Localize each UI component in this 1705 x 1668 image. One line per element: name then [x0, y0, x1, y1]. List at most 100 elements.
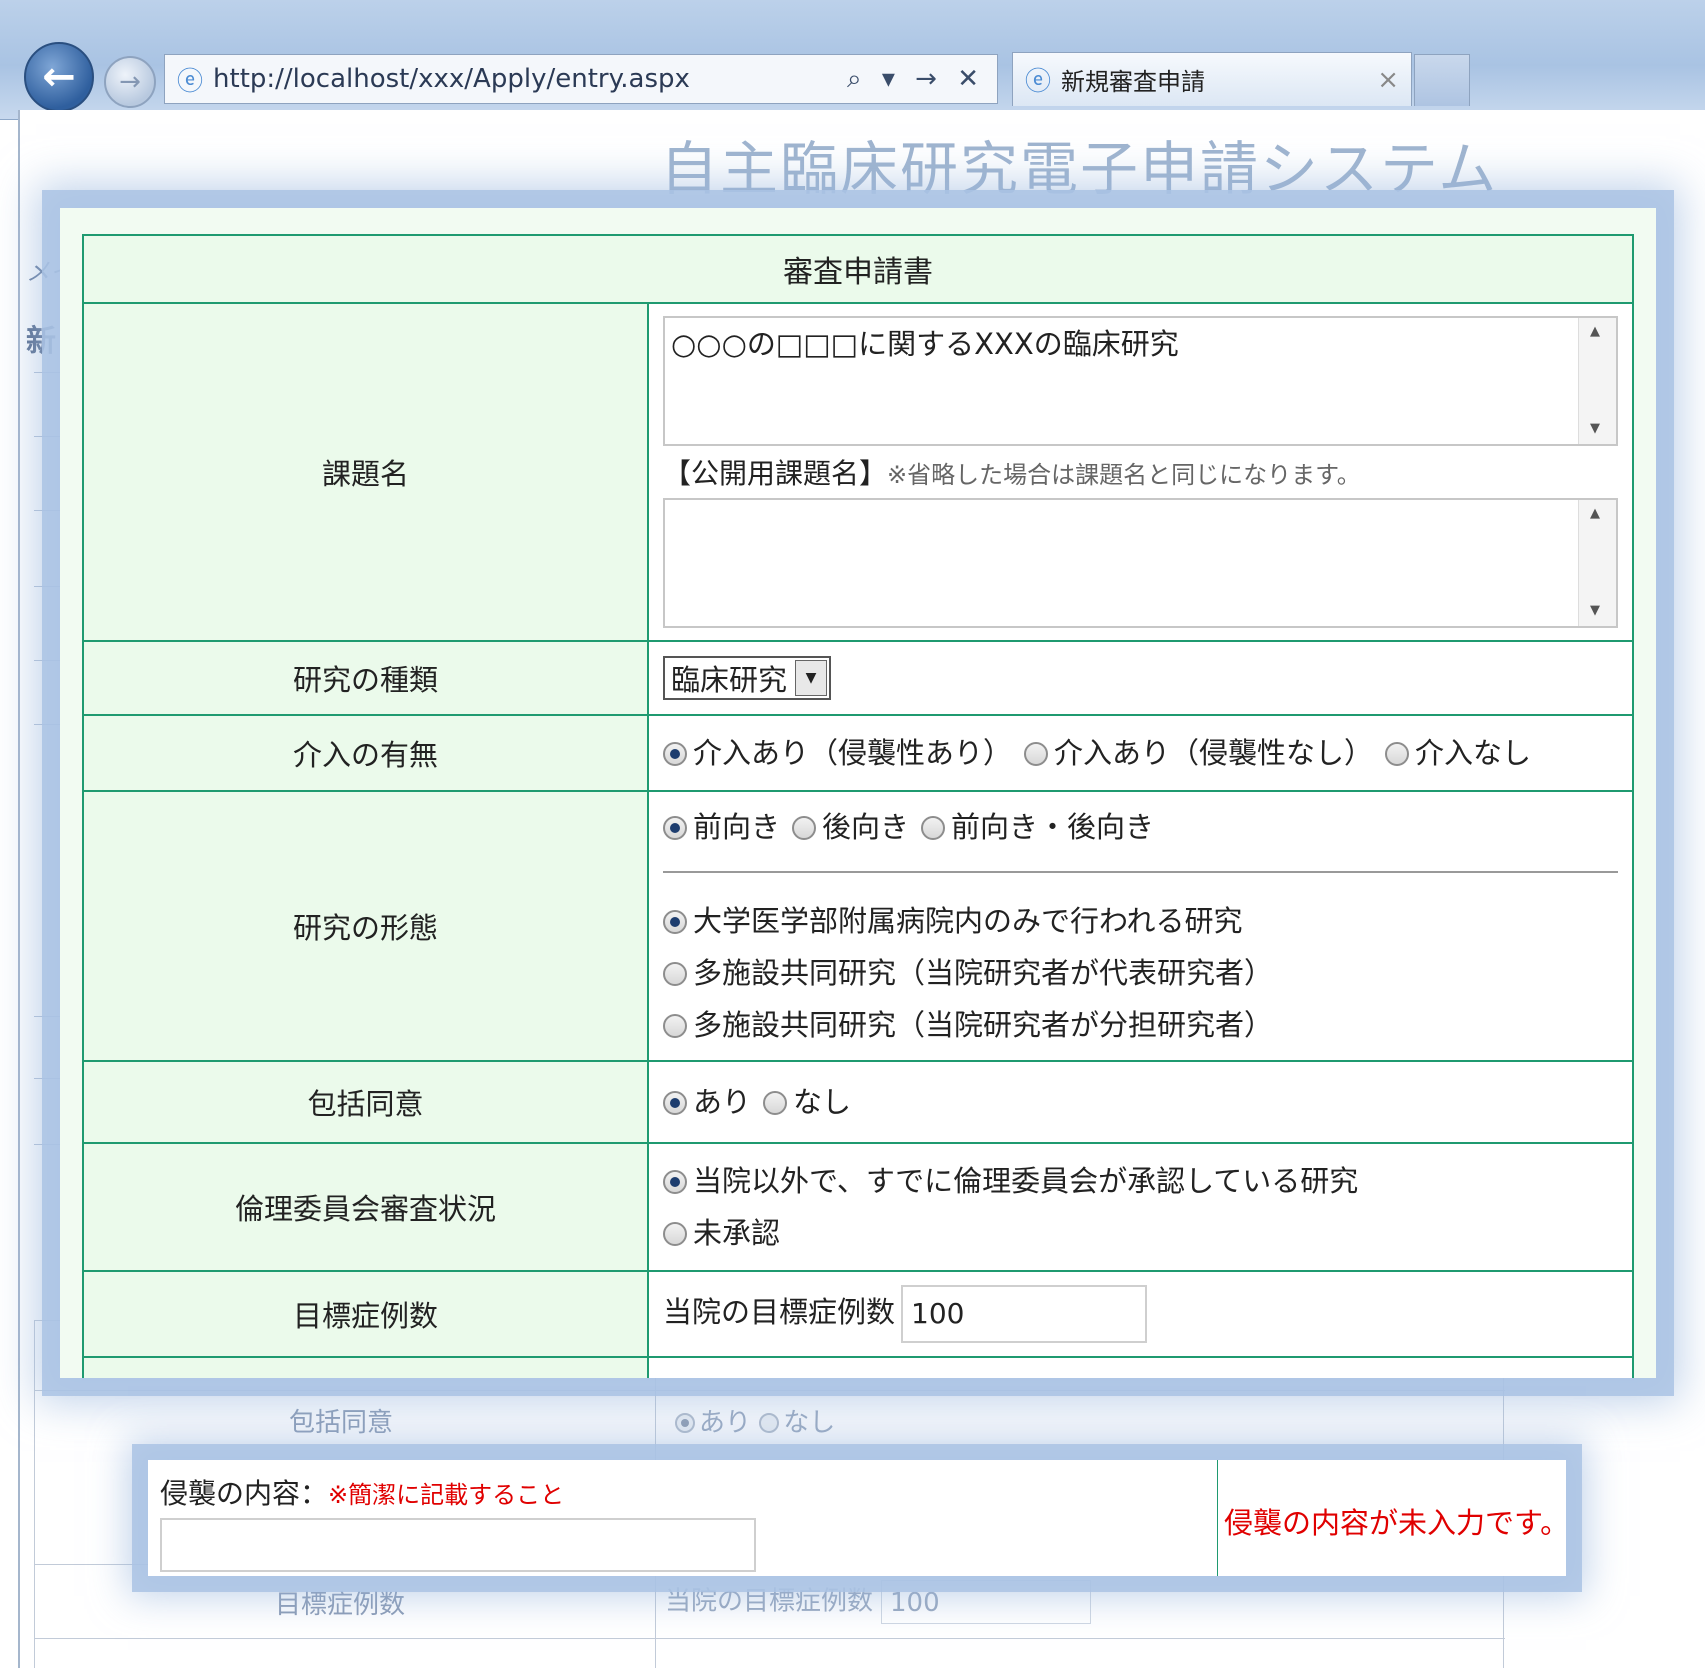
application-form-table: 審査申請書 課題名 ○○○の□□□に関するXXXの臨床研究 【公開用課題名】※省…	[82, 234, 1634, 1378]
option-label[interactable]: 介入なし	[1415, 736, 1531, 770]
form-header-row: 審査申請書	[82, 234, 1634, 304]
row-next-partial	[82, 1356, 1634, 1378]
title-text[interactable]: ○○○の□□□に関するXXXの臨床研究	[671, 327, 1179, 361]
public-title-textarea[interactable]	[663, 498, 1618, 628]
scope-option-3[interactable]: 多施設共同研究（当院研究者が分担研究者）	[663, 999, 1618, 1051]
forward-button[interactable]: →	[104, 56, 156, 108]
radio-button[interactable]	[763, 1091, 788, 1115]
arrow-right-icon: →	[119, 67, 141, 97]
scope-option-2[interactable]: 多施設共同研究（当院研究者が代表研究者）	[663, 947, 1618, 999]
tab-new-application[interactable]: ⓔ 新規審査申請 ×	[1012, 52, 1412, 106]
cell-intervention: 介入あり（侵襲性あり） 介入あり（侵襲性なし） 介入なし	[647, 714, 1634, 792]
direction-option-1[interactable]: 前向き	[663, 810, 780, 844]
radio-button[interactable]	[792, 816, 817, 840]
option-label[interactable]: 後向き	[822, 810, 909, 844]
address-url[interactable]: http://localhost/xxx/Apply/entry.aspx	[213, 64, 847, 94]
radio-button[interactable]	[1385, 742, 1410, 766]
direction-options: 前向き 後向き 前向き・後向き	[663, 801, 1618, 853]
radio-button[interactable]	[663, 1014, 687, 1038]
side-heading-fragment: 新	[26, 324, 56, 359]
intervention-option-2[interactable]: 介入あり（侵襲性なし）	[1024, 736, 1373, 770]
label-consent: 包括同意	[82, 1060, 649, 1144]
label-intervention: 介入の有無	[82, 714, 649, 792]
textarea-scrollbar[interactable]	[1578, 500, 1616, 626]
bg-consent-label: 包括同意	[289, 1408, 394, 1438]
site-title: 自主臨床研究電子申請システム	[660, 135, 1499, 203]
title-textarea[interactable]: ○○○の□□□に関するXXXの臨床研究	[663, 316, 1618, 446]
zoomed-error-panel: 侵襲の内容：※簡潔に記載すること 侵襲の内容が未入力です。	[148, 1460, 1566, 1576]
bg-radio-yes	[675, 1413, 695, 1433]
bg-cases-label: 目標症例数	[275, 1590, 406, 1620]
invasion-input[interactable]	[160, 1518, 756, 1572]
radio-button[interactable]	[663, 816, 687, 840]
label-research-type: 研究の種類	[82, 640, 649, 716]
target-cases-input[interactable]: 100	[901, 1285, 1148, 1343]
label-target-cases: 目標症例数	[82, 1270, 649, 1358]
browser-chrome: ← → ⓔ http://localhost/xxx/Apply/entry.a…	[0, 0, 1705, 120]
ethics-option-2[interactable]: 未承認	[663, 1207, 1618, 1259]
option-divider	[663, 871, 1618, 873]
form-header: 審査申請書	[82, 234, 1634, 304]
radio-button[interactable]	[663, 1091, 687, 1115]
cell-title: ○○○の□□□に関するXXXの臨床研究 【公開用課題名】※省略した場合は課題名と…	[647, 302, 1634, 642]
radio-button[interactable]	[1024, 742, 1049, 766]
research-type-select[interactable]: 臨床研究 ▼	[663, 656, 832, 700]
row-intervention: 介入の有無 介入あり（侵襲性あり） 介入あり（侵襲性なし） 介入なし	[82, 714, 1634, 792]
bg-cases-input: 100	[881, 1580, 1092, 1624]
cell-research-type: 臨床研究 ▼	[647, 640, 1634, 716]
label-ethics: 倫理委員会審査状況	[82, 1142, 649, 1272]
option-label[interactable]: 未承認	[693, 1216, 780, 1250]
new-tab-button[interactable]	[1414, 54, 1470, 106]
ie-tab-icon: ⓔ	[1025, 67, 1052, 97]
radio-button[interactable]	[663, 1222, 687, 1246]
option-label[interactable]: 前向き	[693, 810, 780, 844]
consent-option-yes[interactable]: あり	[663, 1085, 751, 1119]
bg-radio-no	[759, 1413, 780, 1433]
row-research-form: 研究の形態 前向き 後向き 前向き・後向き 大学医学部附属病院内のみで行われる研究 …	[82, 790, 1634, 1062]
bg-row	[35, 1390, 1505, 1391]
option-label[interactable]: 多施設共同研究（当院研究者が分担研究者）	[693, 1008, 1273, 1042]
cell-next-partial	[647, 1356, 1634, 1378]
radio-button[interactable]	[663, 742, 687, 766]
address-tools-icons[interactable]: ⌕ ▾ → ✕	[847, 64, 985, 95]
address-bar[interactable]: ⓔ http://localhost/xxx/Apply/entry.aspx …	[164, 54, 998, 104]
zoomed-form-panel: 審査申請書 課題名 ○○○の□□□に関するXXXの臨床研究 【公開用課題名】※省…	[60, 208, 1656, 1378]
direction-option-3[interactable]: 前向き・後向き	[921, 810, 1154, 844]
bg-consent-no-label: なし	[783, 1408, 836, 1438]
invasion-label-line: 侵襲の内容：※簡潔に記載すること	[160, 1472, 1205, 1512]
row-ethics: 倫理委員会審査状況 当院以外で、すでに倫理委員会が承認している研究 未承認	[82, 1142, 1634, 1272]
cell-ethics: 当院以外で、すでに倫理委員会が承認している研究 未承認	[647, 1142, 1634, 1272]
validation-error-message: 侵襲の内容が未入力です。	[1224, 1506, 1566, 1540]
back-button[interactable]: ←	[24, 42, 94, 112]
close-tab-icon[interactable]: ×	[1377, 65, 1399, 95]
research-type-value[interactable]: 臨床研究	[671, 657, 787, 699]
radio-button[interactable]	[921, 816, 946, 840]
radio-button[interactable]	[663, 962, 687, 986]
option-label[interactable]: 当院以外で、すでに倫理委員会が承認している研究	[693, 1164, 1358, 1198]
row-title: 課題名 ○○○の□□□に関するXXXの臨床研究 【公開用課題名】※省略した場合は…	[82, 302, 1634, 642]
option-label[interactable]: 介入あり（侵襲性あり）	[693, 736, 1012, 770]
consent-option-no[interactable]: なし	[763, 1085, 851, 1119]
option-label[interactable]: 介入あり（侵襲性なし）	[1054, 736, 1373, 770]
direction-option-2[interactable]: 後向き	[792, 810, 909, 844]
ethics-option-1[interactable]: 当院以外で、すでに倫理委員会が承認している研究	[663, 1155, 1618, 1207]
cell-target-cases: 当院の目標症例数 100	[647, 1270, 1634, 1358]
cell-consent: あり なし	[647, 1060, 1634, 1144]
option-label[interactable]: 大学医学部附属病院内のみで行われる研究	[693, 904, 1243, 938]
scope-option-1[interactable]: 大学医学部附属病院内のみで行われる研究	[663, 895, 1618, 947]
option-label[interactable]: あり	[693, 1085, 751, 1119]
option-label[interactable]: 多施設共同研究（当院研究者が代表研究者）	[693, 956, 1273, 990]
intervention-option-1[interactable]: 介入あり（侵襲性あり）	[663, 736, 1012, 770]
radio-button[interactable]	[663, 910, 687, 934]
dropdown-arrow-icon[interactable]: ▼	[795, 660, 828, 696]
textarea-scrollbar[interactable]	[1578, 318, 1616, 444]
radio-button[interactable]	[663, 1170, 687, 1194]
bg-consent-options: あり なし	[675, 1402, 835, 1439]
intervention-option-3[interactable]: 介入なし	[1385, 736, 1531, 770]
public-title-label: 【公開用課題名】	[663, 457, 888, 490]
row-target-cases: 目標症例数 当院の目標症例数 100	[82, 1270, 1634, 1358]
tab-title: 新規審査申請	[1061, 68, 1206, 96]
bg-row	[35, 1638, 1505, 1639]
option-label[interactable]: なし	[793, 1085, 851, 1119]
option-label[interactable]: 前向き・後向き	[951, 810, 1154, 844]
